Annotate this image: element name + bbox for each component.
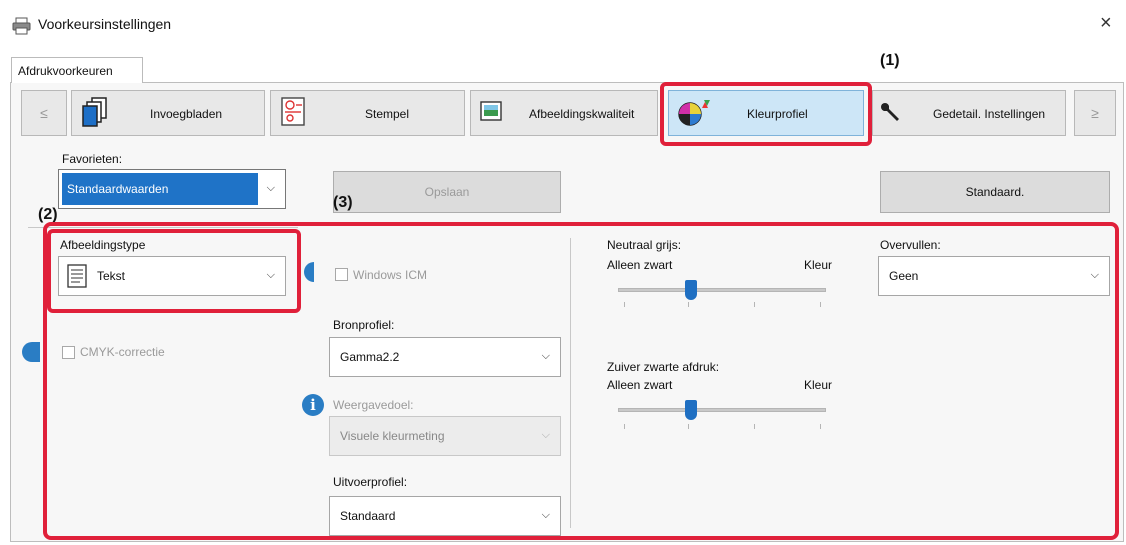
insert-pages-icon (82, 97, 107, 127)
callout-3: (3) (333, 194, 353, 211)
info-icon-partial (22, 342, 40, 362)
toolbar-stempel-button[interactable]: Stempel (270, 90, 465, 136)
highlight-box-1 (660, 82, 872, 146)
toolbar-afbeeldingskwaliteit-label: Afbeeldingskwaliteit (529, 107, 635, 121)
toolbar-afbeeldingskwaliteit-button[interactable]: Afbeeldingskwaliteit (470, 90, 658, 136)
toolbar-gedetail-instellingen-label: Gedetail. Instellingen (933, 107, 1046, 121)
toolbar-gedetail-instellingen-button[interactable]: Gedetail. Instellingen (872, 90, 1066, 136)
toolbar-stempel-label: Stempel (365, 107, 410, 121)
wrench-icon (881, 103, 899, 121)
close-button[interactable]: × (1100, 12, 1112, 35)
toolbar-prev-button[interactable]: ≤ (21, 90, 67, 136)
save-button[interactable]: Opslaan (333, 171, 561, 213)
favorites-select[interactable]: Standaardwaarden ⌵ (58, 169, 286, 209)
stamp-icon (281, 97, 305, 126)
highlight-box-3 (43, 222, 1119, 540)
callout-1: (1) (880, 52, 900, 69)
toolbar-invoegbladen-button[interactable]: Invoegbladen (71, 90, 265, 136)
chevron-down-icon: ⌵ (266, 182, 275, 194)
printer-icon (12, 17, 31, 35)
default-button[interactable]: Standaard. (880, 171, 1110, 213)
toolbar-invoegbladen-label: Invoegbladen (150, 107, 223, 121)
toolbar-next-button[interactable]: ≥ (1074, 90, 1116, 136)
tab-afdrukvoorkeuren[interactable]: Afdrukvoorkeuren (11, 57, 143, 83)
favorites-value: Standaardwaarden (67, 182, 169, 196)
window-title: Voorkeursinstellingen (38, 16, 172, 32)
favorites-label: Favorieten: (62, 152, 123, 166)
image-quality-icon (480, 101, 502, 121)
